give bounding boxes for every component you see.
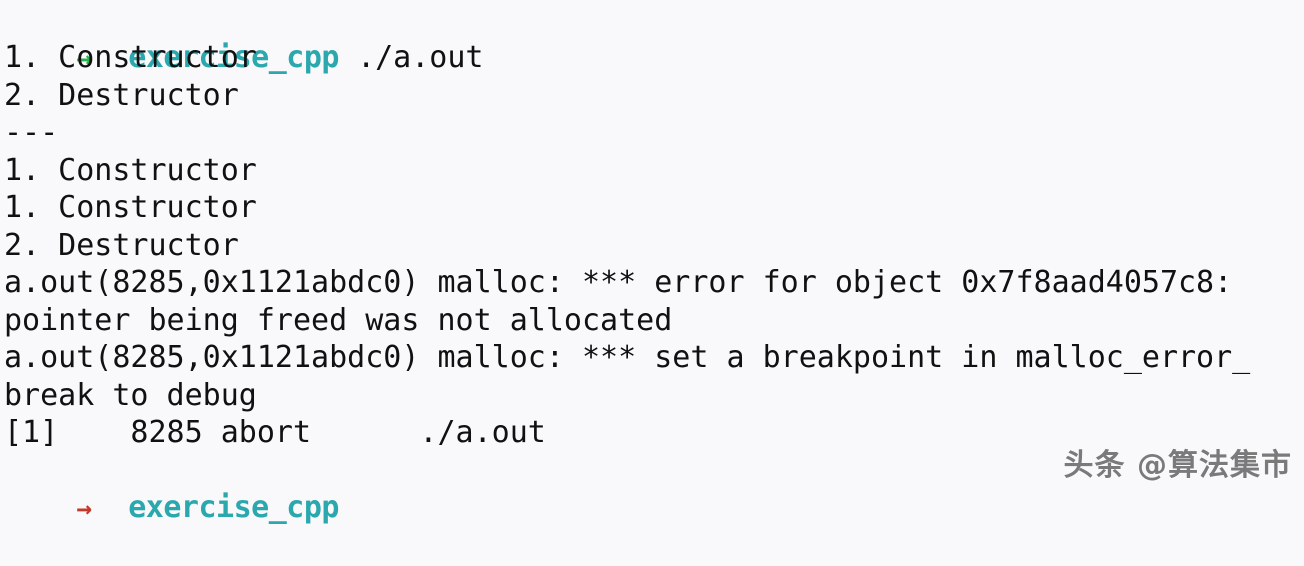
output-line: 2. Destructor [4, 227, 239, 263]
prompt-command-text: ./a.out [357, 40, 484, 75]
output-line-error: a.out(8285,0x1121abdc0) malloc: *** erro… [4, 265, 1233, 300]
output-line: 1. Constructor [4, 190, 257, 225]
prompt-command [339, 40, 357, 75]
output-line: 1. Constructor [4, 152, 257, 188]
terminal-window[interactable]: → exercise_cpp ./a.out 1. Constructor 2. … [0, 0, 1304, 525]
output-line: --- [4, 115, 59, 150]
prompt-line-bottom[interactable]: → exercise_cpp [0, 452, 1304, 525]
prompt-arrow-icon: → [76, 494, 92, 524]
output-line-error: pointer being freed was not allocated [4, 302, 673, 338]
output-line-jobstatus: [1] 8285 abort ./a.out [4, 415, 546, 450]
prompt-line-top: → exercise_cpp ./a.out [0, 0, 1304, 75]
prompt-cwd: exercise_cpp [128, 490, 339, 525]
output-line: 1. Constructor [4, 40, 257, 75]
output-line-error: break to debug [4, 377, 257, 413]
output-line: 2. Destructor [4, 77, 239, 113]
output-line-error: a.out(8285,0x1121abdc0) malloc: *** set … [4, 340, 1251, 375]
